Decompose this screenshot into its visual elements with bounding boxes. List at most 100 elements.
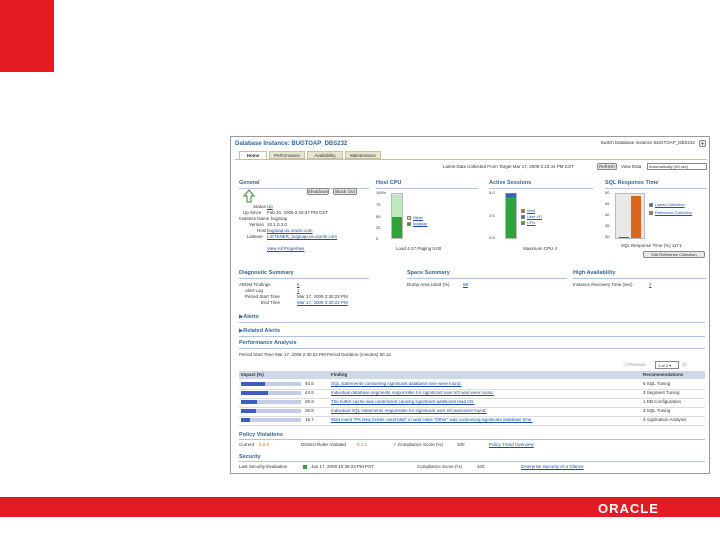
sessions-maximum-text: Maximum CPU 4 [523, 246, 558, 251]
refresh-button[interactable]: Refresh [597, 163, 617, 170]
cpu-tick-0: 0 [376, 236, 379, 241]
col-recommendations[interactable]: Recommendations [643, 372, 683, 378]
black-out-button[interactable]: Black Out [333, 188, 357, 195]
col-impact[interactable]: Impact (%) [241, 372, 264, 378]
view-data-value: Automatically (60 sec) [649, 164, 689, 169]
recommendation-value[interactable]: 5 SQL Tuning [643, 381, 670, 387]
finding-link[interactable]: The buffer cache was undersized causing … [331, 400, 475, 405]
instance-name-label: Instance Name [239, 216, 270, 221]
tab-availability[interactable]: Availability [307, 151, 343, 159]
cpu-legend-other-swatch [407, 216, 411, 220]
performance-header: Performance Analysis [239, 340, 297, 346]
switch-go-icon[interactable]: ▾ [699, 140, 706, 147]
col-finding[interactable]: Finding [331, 372, 347, 378]
policy-current-value[interactable]: 2 0 0 [259, 442, 269, 448]
sessions-tick-0: 0.0 [489, 235, 495, 240]
sessions-legend-user-io[interactable]: User I/O [527, 215, 542, 219]
sql-legend-reference[interactable]: Reference Collection [655, 211, 692, 215]
sessions-tick-5: 5.0 [489, 190, 495, 195]
end-time-label: End Time [261, 300, 281, 305]
related-alerts-toggle[interactable]: ▶Related Alerts [239, 328, 280, 335]
recommendation-value[interactable]: 3 SQL Tuning [643, 408, 670, 414]
last-security-label: Last Security Evaluation [239, 464, 288, 469]
listener-label: Listener [247, 234, 264, 239]
page-select-chevron-down-icon: ▾ [668, 363, 672, 368]
dump-area-label: Dump Area Used (%) [407, 282, 450, 287]
alert-log-label: Alert Log [245, 288, 264, 293]
sql-tick-35: 35 [605, 223, 610, 228]
alerts-toggle[interactable]: ▶Alerts [239, 314, 259, 321]
recovery-time-value[interactable]: 2 [649, 282, 652, 288]
security-glance-link[interactable]: Enterprise Security At a Glance [521, 464, 584, 470]
shutdown-button[interactable]: Shutdown [307, 188, 329, 195]
sql-legend-latest-swatch [649, 203, 653, 207]
sessions-tick-2-5: 2.5 [489, 213, 495, 218]
page-select-value: 1 of 2 [658, 363, 669, 368]
version-label: Version [249, 222, 265, 227]
tab-maintenance[interactable]: Maintenance [345, 151, 381, 159]
listener-value[interactable]: LISTENER_bugtoap.us.oracle.com [267, 234, 337, 240]
end-time-value[interactable]: Mar 17, 2009 3:30:22 PM [297, 300, 348, 306]
finding-link[interactable]: Individual database segments responsible… [331, 391, 494, 396]
tab-divider [235, 159, 707, 160]
finding-link[interactable]: Wait event "PX Deq Credit: send blkd" in… [331, 418, 533, 423]
status-value[interactable]: Up [267, 204, 273, 210]
table-row: 25.9 The buffer cache was undersized caus… [239, 399, 705, 405]
view-all-properties-link[interactable]: View All Properties [267, 246, 304, 252]
sessions-legend-wait[interactable]: Wait [527, 209, 535, 213]
sql-tick-40: 40 [605, 212, 610, 217]
sql-legend-reference-swatch [649, 211, 653, 215]
sessions-legend-cpu[interactable]: CPU [527, 221, 535, 225]
edit-reference-button[interactable]: Edit Reference Collection [643, 251, 705, 258]
sessions-legend-user-io-swatch [521, 215, 525, 219]
active-sessions-divider [489, 188, 593, 189]
cpu-tick-50: 50 [376, 214, 381, 219]
distinct-rules-value[interactable]: 0 1 0 [357, 442, 367, 448]
performance-table-header [239, 371, 705, 379]
sessions-legend-wait-swatch [521, 209, 525, 213]
sql-legend-latest[interactable]: Latest Collection [655, 203, 685, 207]
policy-trend-link[interactable]: Policy Trend Overview [489, 442, 534, 448]
impact-value: 25.8 [305, 408, 314, 413]
page-select[interactable]: 1 of 2 ▾ [655, 361, 679, 369]
recommendation-value[interactable]: 3 Segment Tuning [643, 390, 680, 396]
security-score-value: 100 [477, 464, 485, 469]
sessions-bar-user-io [506, 194, 516, 197]
sql-bar-reference [631, 196, 641, 238]
previous-label: Previous [627, 362, 646, 367]
finding-link[interactable]: Individual SQL statements responsible fo… [331, 409, 487, 414]
status-label: Status [253, 204, 266, 209]
space-divider [407, 278, 567, 279]
recommendation-value[interactable]: 1 DB Configuration [643, 399, 681, 405]
alert-log-value[interactable]: 1 [297, 288, 300, 294]
previous-link[interactable]: ◁ Previous [623, 362, 646, 368]
dump-area-value[interactable]: 68 [463, 282, 468, 288]
table-row: 15.7 Wait event "PX Deq Credit: send blkd… [239, 417, 705, 423]
version-value: 10.1.0.3.0 [267, 222, 288, 227]
cpu-legend-other[interactable]: Other [413, 216, 423, 220]
switch-instance-label[interactable]: Switch Database Instance BUGTOAP_DBS232 [601, 140, 695, 146]
recommendation-value[interactable]: 4 Application Analysis [643, 417, 686, 423]
instance-title: Database Instance: BUGTOAP_DBS232 [235, 141, 348, 147]
view-data-select[interactable]: Automatically (60 sec) [647, 163, 707, 170]
period-start-value: Mar 17, 2009 2:30:22 PM [297, 294, 348, 299]
addm-label: ADDM Findings [239, 282, 271, 287]
sql-response-header: SQL Response Time [605, 180, 659, 186]
up-since-label: Up Since [243, 210, 262, 215]
distinct-rules-label: Distinct Rules Violated [301, 442, 346, 447]
cpu-legend-bugtoap[interactable]: bugtoap [413, 222, 427, 226]
embedded-screenshot: Database Instance: BUGTOAP_DBS232 Switch… [230, 136, 710, 474]
host-value[interactable]: bugtoap.us.oracle.com [267, 228, 313, 234]
tab-performance[interactable]: Performance [269, 151, 305, 159]
addm-value[interactable]: 5 [297, 282, 300, 288]
instance-name-value: bugtoap [271, 216, 288, 221]
cpu-load-text: Load 4.27 Paging 0.00 [396, 246, 442, 251]
sql-response-text: SQL Response Time (%) 1171 [621, 243, 682, 248]
next-icon[interactable]: ▷ [683, 363, 687, 368]
finding-link[interactable]: SQL statements consuming significant dat… [331, 382, 462, 387]
table-row: 25.8 Individual SQL statements responsibl… [239, 408, 705, 414]
tab-home[interactable]: Home [239, 151, 267, 159]
latest-data-text: Latest Data Collected From Target Mar 17… [443, 164, 574, 169]
diagnostic-divider [239, 278, 369, 279]
sessions-legend-cpu-swatch [521, 221, 525, 225]
